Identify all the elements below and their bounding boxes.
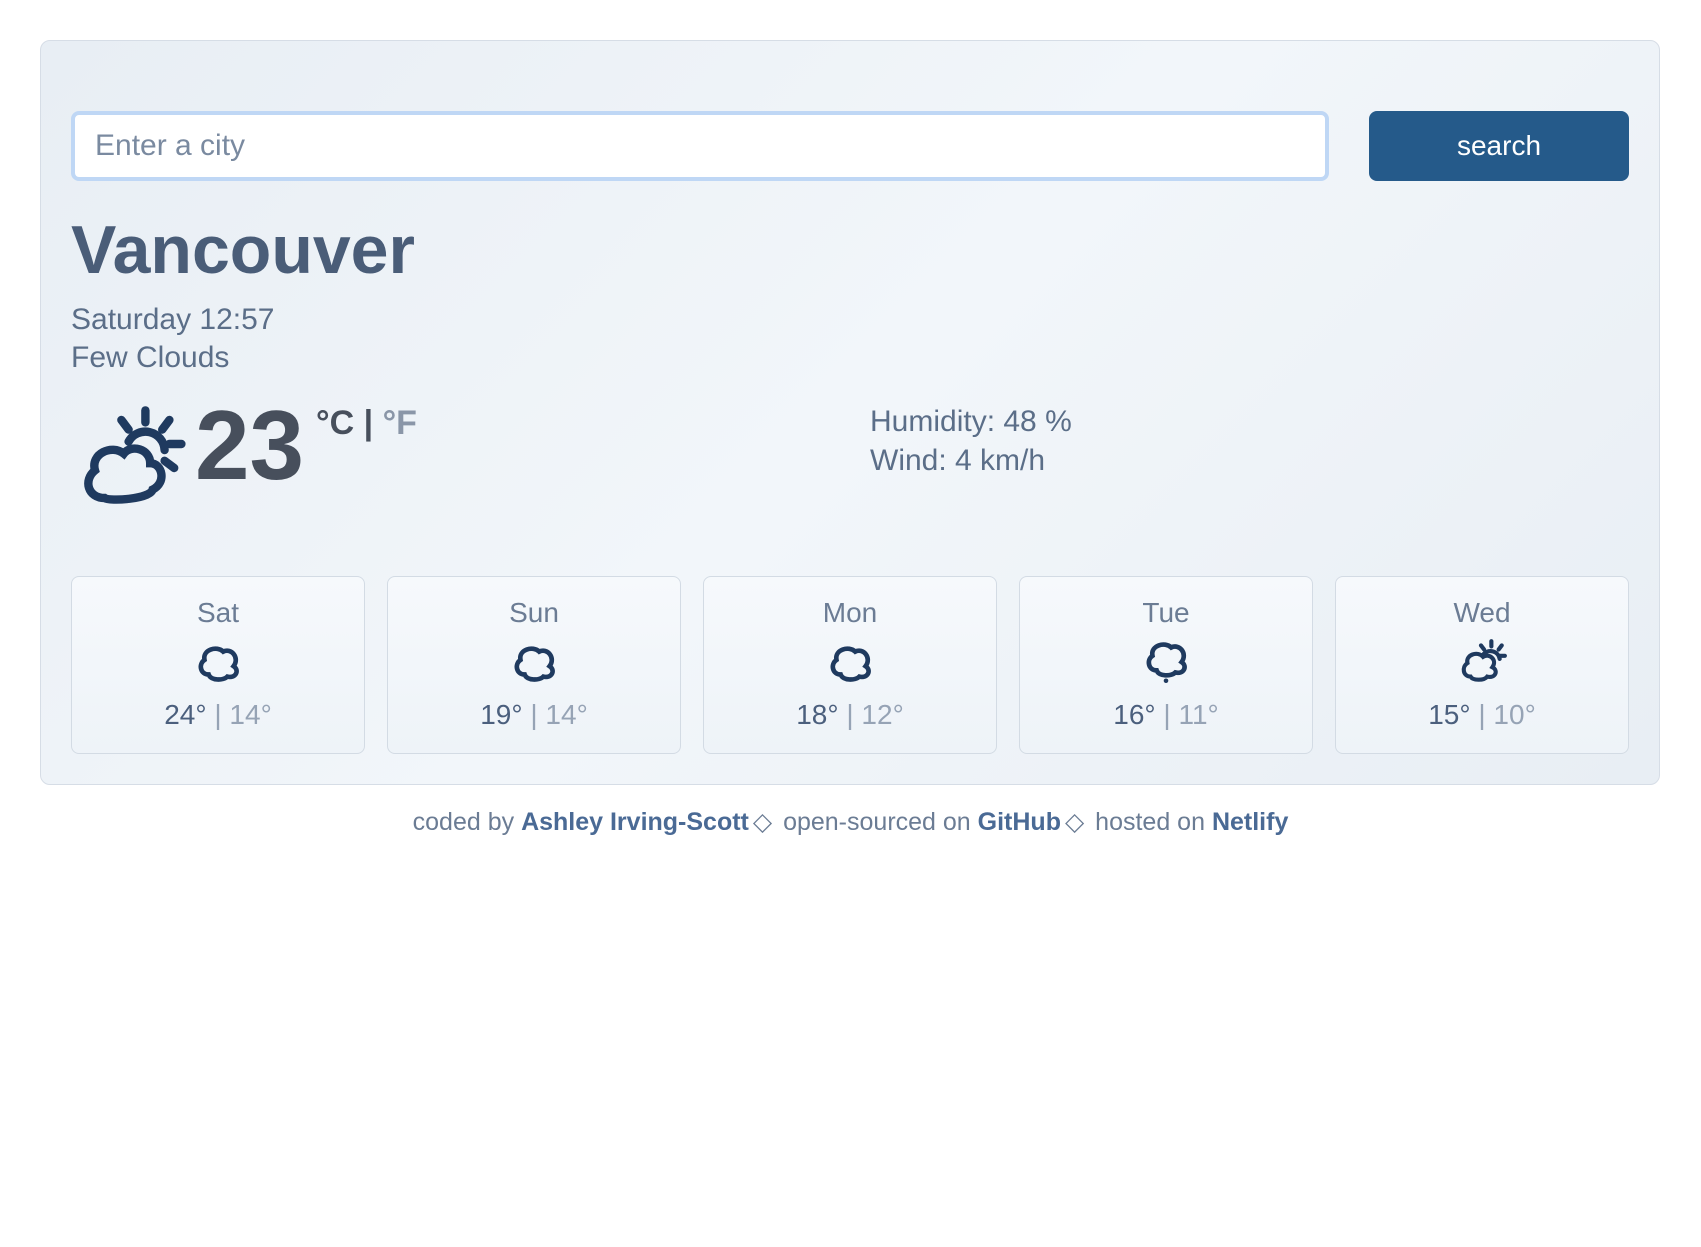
forecast-day-label: Mon [714, 597, 986, 629]
forecast-temps: 15° | 10° [1346, 699, 1618, 731]
cloud-icon [824, 635, 876, 687]
weather-card: search Vancouver Saturday 12:57 Few Clou… [40, 40, 1660, 785]
forecast-high: 15° [1428, 699, 1470, 730]
temp-separator: | [1156, 699, 1179, 730]
temp-separator: | [523, 699, 546, 730]
humidity-label: Humidity: [870, 405, 1003, 438]
temp-separator: | [1471, 699, 1494, 730]
temperature-value: 23 [195, 396, 304, 494]
search-button[interactable]: search [1369, 111, 1629, 181]
fahrenheit-unit[interactable]: °F [383, 404, 417, 442]
temp-separator: | [839, 699, 862, 730]
wind-value: 4 km/h [955, 444, 1045, 477]
forecast-temps: 16° | 11° [1030, 699, 1302, 731]
temperature-block: 23 °C | °F [71, 396, 850, 516]
footer-open-sourced: open-sourced on [776, 808, 978, 836]
cloud-icon [192, 635, 244, 687]
github-link[interactable]: GitHub [978, 808, 1061, 836]
date-time: Saturday 12:57 [71, 301, 1629, 339]
unit-separator: | [354, 404, 382, 442]
partly-icon [1456, 635, 1508, 687]
author-link[interactable]: Ashley Irving-Scott [521, 808, 749, 836]
wind-row: Wind: 4 km/h [870, 441, 1072, 480]
forecast-day-label: Tue [1030, 597, 1302, 629]
wind-label: Wind: [870, 444, 955, 477]
forecast-low: 10° [1493, 699, 1535, 730]
partly-cloudy-icon [71, 396, 191, 516]
celsius-unit[interactable]: °C [316, 404, 354, 442]
rain-icon [1140, 635, 1192, 687]
humidity-value: 48 % [1003, 405, 1071, 438]
weather-details: Humidity: 48 % Wind: 4 km/h [870, 402, 1072, 480]
diamond-icon: ◇ [1065, 808, 1084, 836]
forecast-temps: 18° | 12° [714, 699, 986, 731]
forecast-low: 14° [229, 699, 271, 730]
forecast-card: Tue 16° | 11° [1019, 576, 1313, 754]
forecast-card: Wed 15° | 10° [1335, 576, 1629, 754]
forecast-card: Sat 24° | 14° [71, 576, 365, 754]
search-row: search [71, 111, 1629, 181]
forecast-temps: 24° | 14° [82, 699, 354, 731]
footer: coded by Ashley Irving-Scott◇ open-sourc… [40, 807, 1661, 837]
forecast-high: 18° [796, 699, 838, 730]
cloud-icon [508, 635, 560, 687]
current-weather-row: 23 °C | °F Humidity: 48 % Wind: 4 km/h [71, 396, 1629, 516]
forecast-card: Sun 19° | 14° [387, 576, 681, 754]
weather-condition: Few Clouds [71, 339, 1629, 377]
city-search-input[interactable] [71, 111, 1329, 181]
forecast-low: 11° [1178, 699, 1218, 730]
forecast-day-label: Sat [82, 597, 354, 629]
forecast-low: 12° [861, 699, 903, 730]
footer-hosted: hosted on [1088, 808, 1212, 836]
city-name: Vancouver [71, 211, 1629, 289]
forecast-high: 16° [1113, 699, 1155, 730]
forecast-card: Mon 18° | 12° [703, 576, 997, 754]
forecast-row: Sat 24° | 14° Sun 19° | 14° Mon 18° | 12° Tue 1… [71, 576, 1629, 754]
diamond-icon: ◇ [753, 808, 772, 836]
forecast-high: 19° [480, 699, 522, 730]
temp-separator: | [207, 699, 230, 730]
unit-toggle: °C | °F [316, 404, 417, 443]
forecast-day-label: Sun [398, 597, 670, 629]
forecast-day-label: Wed [1346, 597, 1618, 629]
forecast-high: 24° [164, 699, 206, 730]
humidity-row: Humidity: 48 % [870, 402, 1072, 441]
footer-coded-by: coded by [413, 808, 521, 836]
forecast-temps: 19° | 14° [398, 699, 670, 731]
forecast-low: 14° [545, 699, 587, 730]
netlify-link[interactable]: Netlify [1212, 808, 1288, 836]
